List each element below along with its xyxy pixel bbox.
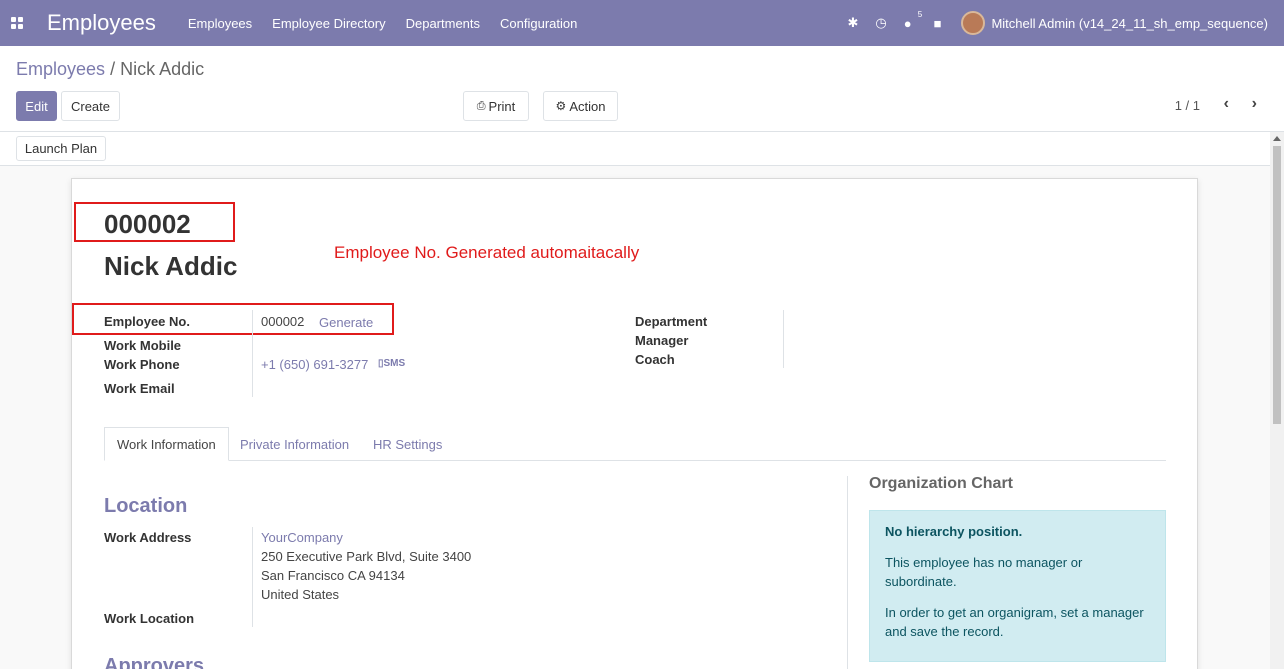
- annotation-text: Employee No. Generated automaitacally: [334, 243, 640, 262]
- tab-hr-settings[interactable]: HR Settings: [373, 427, 442, 461]
- org-chart-divider: [847, 476, 848, 669]
- launch-plan-button[interactable]: Launch Plan: [16, 136, 106, 161]
- org-chart-heading: No hierarchy position.: [885, 524, 1023, 539]
- print-label: Print: [488, 98, 516, 114]
- work-email-label: Work Email: [104, 381, 175, 396]
- status-bar: Launch Plan: [0, 132, 1270, 166]
- org-chart-line-2: In order to get an organigram, set a man…: [885, 605, 1144, 639]
- field-divider-right: [783, 310, 784, 368]
- avatar[interactable]: [961, 11, 986, 35]
- chat-icon[interactable]: ● 5: [904, 10, 922, 31]
- top-navbar: Employees Employees Employee Directory D…: [0, 0, 1284, 46]
- print-icon: ⎙: [476, 99, 486, 112]
- work-location-label: Work Location: [104, 611, 195, 626]
- previous-icon[interactable]: ‹: [1224, 95, 1229, 113]
- coach-label: Coach: [635, 352, 675, 367]
- menu-item-employees[interactable]: Employees: [188, 16, 252, 31]
- work-address-company[interactable]: YourCompany: [261, 530, 343, 545]
- address-divider: [252, 527, 253, 627]
- menu-item-employee-directory[interactable]: Employee Directory: [272, 16, 385, 31]
- breadcrumb-separator: /: [110, 59, 116, 79]
- form-sheet: 000002 Nick Addic Employee No. Generated…: [71, 178, 1198, 669]
- scroll-thumb[interactable]: [1273, 146, 1281, 424]
- menu-item-departments[interactable]: Departments: [406, 16, 480, 31]
- gear-icon: ⚙: [555, 99, 567, 113]
- work-phone-value[interactable]: +1 (650) 691-3277: [261, 357, 368, 372]
- next-icon[interactable]: ›: [1252, 95, 1257, 113]
- address-line-3: United States: [261, 587, 340, 602]
- action-label: Action: [569, 98, 606, 114]
- address-line-2: San Francisco CA 94134: [261, 568, 405, 583]
- generate-button[interactable]: Generate: [319, 315, 373, 330]
- control-panel: Employees / Nick Addic Edit Create ⎙ Prin…: [0, 46, 1284, 132]
- edit-button[interactable]: Edit: [16, 91, 57, 121]
- work-mobile-label: Work Mobile: [104, 338, 182, 353]
- create-button[interactable]: Create: [61, 91, 120, 121]
- tab-private-information[interactable]: Private Information: [240, 427, 349, 461]
- manager-label: Manager: [635, 333, 689, 348]
- breadcrumb-current: Nick Addic: [120, 59, 205, 79]
- scrollbar[interactable]: [1270, 132, 1284, 669]
- breadcrumb: Employees / Nick Addic: [16, 59, 204, 80]
- work-address-label: Work Address: [104, 530, 192, 545]
- systray: ✱ ◷ ● 5 ■ Mitchell Admin (v14_24_11_sh_em…: [830, 0, 1268, 46]
- sms-label: SMS: [383, 358, 406, 369]
- approvers-title: Approvers: [104, 655, 205, 669]
- gift-icon[interactable]: ■: [934, 16, 942, 31]
- employee-no-value: 000002: [261, 314, 305, 329]
- menu-item-configuration[interactable]: Configuration: [500, 16, 577, 31]
- chat-count-badge: 5: [917, 9, 923, 19]
- sms-button[interactable]: ▯SMS: [378, 358, 405, 369]
- pager-value[interactable]: 1 / 1: [1175, 98, 1200, 113]
- org-chart-alert: No hierarchy position. This employee has…: [869, 510, 1166, 662]
- user-menu[interactable]: Mitchell Admin (v14_24_11_sh_emp_sequenc…: [991, 16, 1268, 31]
- department-label: Department: [635, 314, 708, 329]
- employee-name: Nick Addic: [104, 251, 238, 281]
- clock-icon[interactable]: ◷: [875, 15, 886, 31]
- address-line-1: 250 Executive Park Blvd, Suite 3400: [261, 549, 472, 564]
- work-phone-label: Work Phone: [104, 357, 180, 372]
- apps-menu-icon[interactable]: [11, 17, 23, 29]
- action-button[interactable]: ⚙ Action: [543, 91, 618, 121]
- app-title[interactable]: Employees: [47, 10, 156, 36]
- main-menu: Employees Employee Directory Departments…: [188, 16, 598, 31]
- field-divider: [252, 310, 253, 397]
- breadcrumb-parent[interactable]: Employees: [16, 59, 105, 79]
- tab-work-information[interactable]: Work Information: [104, 427, 229, 461]
- notebook-tabs: Work Information Private Information HR …: [104, 427, 1166, 461]
- location-title: Location: [104, 495, 188, 517]
- employee-number-title: 000002: [104, 209, 191, 239]
- org-chart-line-1: This employee has no manager or subordin…: [885, 555, 1083, 589]
- scroll-up-icon[interactable]: [1273, 136, 1281, 141]
- print-button[interactable]: ⎙ Print: [463, 91, 529, 121]
- bug-icon[interactable]: ✱: [847, 15, 858, 31]
- employee-no-label: Employee No.: [104, 314, 190, 329]
- org-chart-title: Organization Chart: [869, 475, 1014, 492]
